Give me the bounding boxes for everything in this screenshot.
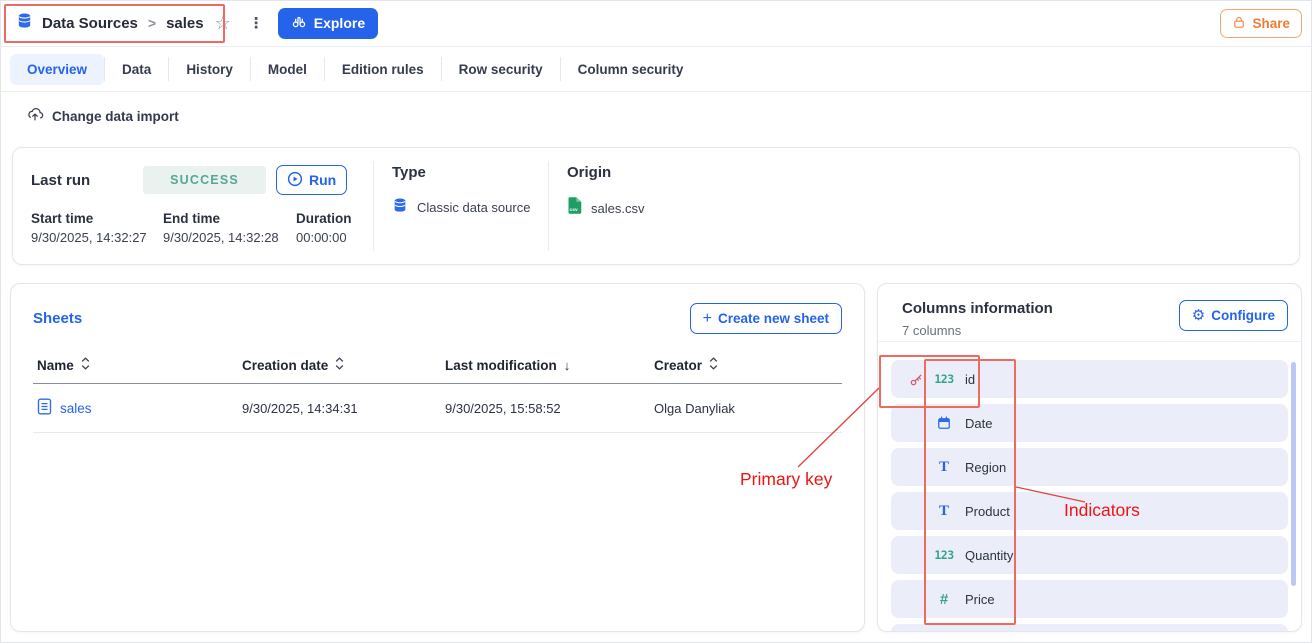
sort-header-creator[interactable]: Creator — [654, 357, 838, 373]
sort-header-creation-date[interactable]: Creation date — [242, 357, 445, 373]
last-run-section: Last run SUCCESS Run Start time 9/30/202… — [13, 148, 373, 264]
column-row-date[interactable]: Date — [891, 404, 1288, 442]
more-options-icon[interactable]: ⋮ — [249, 14, 264, 32]
column-name: Region — [965, 460, 1006, 475]
date-type-icon — [930, 416, 958, 430]
type-value: Classic data source — [417, 200, 530, 215]
duration-label: Duration — [296, 211, 373, 226]
column-row-id[interactable]: 123 id — [891, 360, 1288, 398]
sort-header-name[interactable]: Name — [37, 357, 242, 373]
start-time-block: Start time 9/30/2025, 14:32:27 — [31, 211, 163, 245]
columns-list: 123 id Date T Region T — [878, 342, 1301, 632]
sheet-creator: Olga Danyliak — [654, 401, 838, 416]
sort-header-last-modification[interactable]: Last modification ↓ — [445, 357, 654, 373]
origin-section: Origin csv sales.csv — [549, 148, 1299, 264]
tab-model[interactable]: Model — [251, 54, 324, 85]
end-time-value: 9/30/2025, 14:32:28 — [163, 230, 296, 245]
database-icon — [16, 12, 33, 34]
number-type-icon: 123 — [930, 548, 958, 562]
duration-value: 00:00:00 — [296, 230, 373, 245]
status-badge: SUCCESS — [143, 166, 266, 194]
sheet-table-row: sales 9/30/2025, 14:34:31 9/30/2025, 15:… — [33, 384, 842, 433]
end-time-label: End time — [163, 211, 296, 226]
sheets-table: Name Creation date Last modification ↓ C… — [33, 351, 842, 433]
tab-row-security[interactable]: Row security — [442, 54, 560, 85]
sheets-panel: Sheets + Create new sheet Name Creation … — [10, 283, 865, 632]
svg-text:csv: csv — [570, 208, 578, 213]
number-type-icon: 123 — [930, 372, 958, 386]
sheets-table-header: Name Creation date Last modification ↓ C… — [33, 351, 842, 384]
database-icon — [392, 197, 408, 218]
sort-both-icon — [81, 357, 90, 373]
sheet-link[interactable]: sales — [37, 398, 242, 418]
column-name: Price — [965, 592, 995, 607]
column-row-product[interactable]: T Product — [891, 492, 1288, 530]
sort-both-icon — [335, 357, 344, 373]
binoculars-icon — [291, 14, 307, 33]
column-name: Date — [965, 416, 992, 431]
column-name: id — [965, 372, 975, 387]
breadcrumb-separator-icon: > — [147, 15, 157, 31]
column-name: Product — [965, 504, 1010, 519]
columns-count: 7 columns — [902, 323, 1053, 338]
sort-both-icon — [709, 357, 718, 373]
last-run-title: Last run — [31, 172, 143, 189]
end-time-block: End time 9/30/2025, 14:32:28 — [163, 211, 296, 245]
gear-icon: ⚙ — [1192, 308, 1205, 323]
explore-button[interactable]: Explore — [278, 8, 378, 39]
sheet-icon — [37, 398, 52, 418]
column-row-region[interactable]: T Region — [891, 448, 1288, 486]
configure-button[interactable]: ⚙ Configure — [1179, 300, 1288, 331]
breadcrumb-current: sales — [166, 15, 204, 32]
start-time-value: 9/30/2025, 14:32:27 — [31, 230, 163, 245]
column-row-quantity[interactable]: 123 Quantity — [891, 536, 1288, 574]
panels-row: Sheets + Create new sheet Name Creation … — [10, 283, 1302, 632]
columns-info-panel: Columns information 7 columns ⚙ Configur… — [877, 283, 1302, 632]
origin-title: Origin — [567, 164, 1299, 181]
tab-data[interactable]: Data — [105, 54, 168, 85]
tab-bar: Overview Data History Model Edition rule… — [0, 47, 1312, 92]
origin-value: sales.csv — [591, 201, 644, 216]
plus-icon: + — [703, 311, 712, 327]
create-new-sheet-button[interactable]: + Create new sheet — [690, 303, 842, 334]
page: Data Sources > sales ☆ ⋮ Explore Share O… — [0, 0, 1312, 643]
tab-column-security[interactable]: Column security — [561, 54, 701, 85]
sheet-creation-date: 9/30/2025, 14:34:31 — [242, 401, 445, 416]
cloud-upload-icon — [26, 105, 44, 128]
primary-key-icon — [902, 372, 930, 387]
text-type-icon: T — [930, 459, 958, 476]
numeric-type-icon: # — [930, 591, 958, 608]
column-name: Quantity — [965, 548, 1013, 563]
share-button[interactable]: Share — [1220, 9, 1302, 38]
tab-history[interactable]: History — [169, 54, 250, 85]
columns-info-title: Columns information — [902, 300, 1053, 317]
favorite-star-icon[interactable]: ☆ — [215, 14, 231, 32]
duration-block: Duration 00:00:00 — [296, 211, 373, 245]
sheet-last-modification: 9/30/2025, 15:58:52 — [445, 401, 654, 416]
text-type-icon: T — [930, 503, 958, 520]
last-run-card: Last run SUCCESS Run Start time 9/30/202… — [12, 147, 1300, 265]
column-row-price[interactable]: # Price — [891, 580, 1288, 618]
tab-edition-rules[interactable]: Edition rules — [325, 54, 441, 85]
start-time-label: Start time — [31, 211, 163, 226]
breadcrumb-root[interactable]: Data Sources — [42, 15, 138, 32]
change-data-import-label: Change data import — [52, 109, 179, 124]
top-bar: Data Sources > sales ☆ ⋮ Explore Share — [0, 0, 1312, 47]
play-icon — [287, 171, 303, 190]
run-button[interactable]: Run — [276, 165, 347, 195]
lock-icon — [1232, 15, 1246, 32]
type-section: Type Classic data source — [374, 148, 548, 264]
breadcrumb: Data Sources > sales ☆ — [16, 12, 231, 34]
change-data-import-link[interactable]: Change data import — [0, 92, 1312, 140]
type-title: Type — [392, 164, 548, 181]
csv-file-icon: csv — [567, 197, 582, 219]
columns-scrollbar[interactable] — [1291, 362, 1296, 586]
tab-overview[interactable]: Overview — [10, 54, 104, 85]
sort-descending-icon: ↓ — [564, 358, 571, 373]
column-row-partial[interactable] — [891, 624, 1288, 632]
sheets-title: Sheets — [33, 310, 82, 327]
